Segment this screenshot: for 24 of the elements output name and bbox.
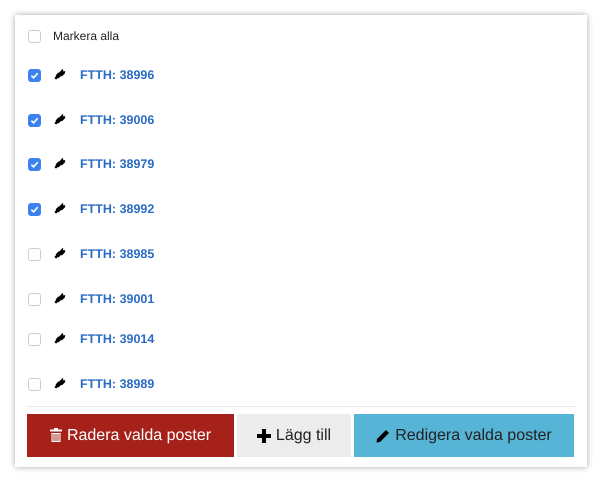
record-link[interactable]: FTTH: 38979 xyxy=(80,154,154,174)
checkbox[interactable] xyxy=(28,30,41,42)
record-link[interactable]: FTTH: 38996 xyxy=(80,66,154,84)
action-button[interactable]: Redigera valda poster xyxy=(354,414,574,457)
select-all-label[interactable]: Markera alla xyxy=(53,27,120,45)
pencil-icon xyxy=(376,428,390,442)
checkbox[interactable] xyxy=(28,332,41,346)
trash-icon xyxy=(50,428,62,443)
checkbox[interactable] xyxy=(28,68,41,82)
checkbox[interactable] xyxy=(28,292,41,306)
record-link[interactable]: FTTH: 38992 xyxy=(80,200,154,218)
checkbox[interactable] xyxy=(28,202,41,216)
checkbox[interactable] xyxy=(28,378,41,390)
record-link[interactable]: FTTH: 39001 xyxy=(80,290,154,308)
checkbox[interactable] xyxy=(28,158,41,170)
record-link[interactable]: FTTH: 38985 xyxy=(80,244,154,264)
record-link[interactable]: FTTH: 38989 xyxy=(80,374,154,394)
checkbox[interactable] xyxy=(28,248,41,260)
plus-icon xyxy=(256,428,271,442)
action-button[interactable]: Radera valda poster xyxy=(27,414,234,457)
checkbox[interactable] xyxy=(28,114,41,126)
record-link[interactable]: FTTH: 39006 xyxy=(80,110,154,130)
record-link[interactable]: FTTH: 39014 xyxy=(80,330,154,348)
action-button[interactable]: Lägg till xyxy=(237,414,351,457)
